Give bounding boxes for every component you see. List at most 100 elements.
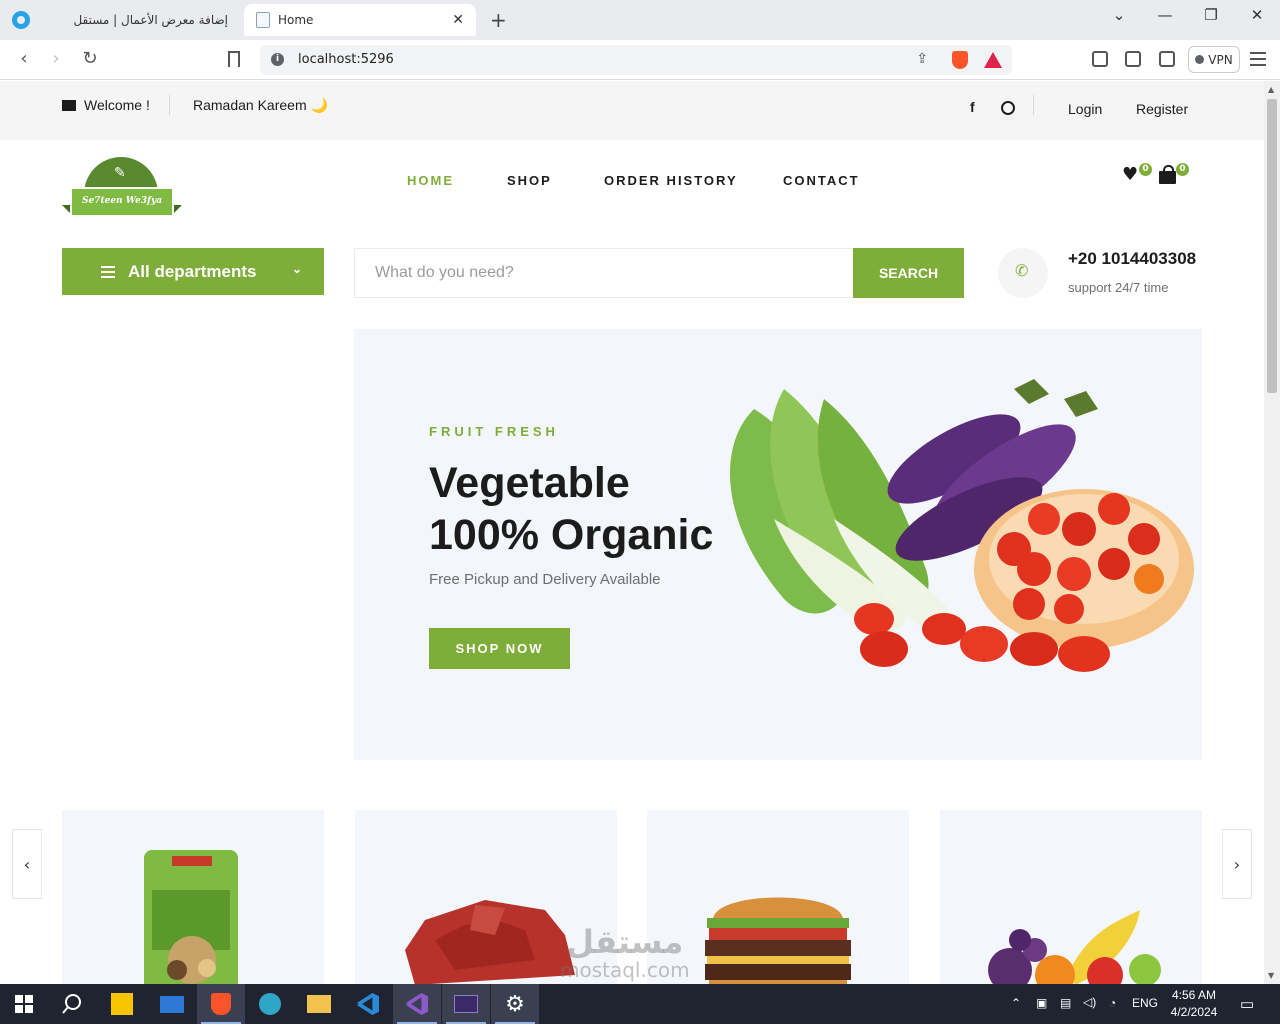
share-icon[interactable]: ⇪ xyxy=(916,51,928,67)
terminal-icon xyxy=(454,995,478,1013)
edge-app[interactable] xyxy=(246,984,294,1024)
reload-button[interactable]: ↻ xyxy=(78,48,102,69)
system-clock[interactable]: 4:56 AM 4/2/2024 xyxy=(1166,987,1222,1021)
meet-now-icon[interactable]: ▣ xyxy=(1036,996,1047,1024)
vscode-app[interactable] xyxy=(344,984,392,1024)
nav-order-history[interactable]: ORDER HISTORY xyxy=(604,173,738,188)
vpn-status-icon xyxy=(1195,55,1205,64)
search-taskbar-button[interactable] xyxy=(48,984,96,1024)
browser-toolbar: ‹ › ↻ i localhost:5296 ⇪ VPN xyxy=(0,40,1280,80)
notifications-icon[interactable]: ▭ xyxy=(1240,995,1254,1024)
mail-icon xyxy=(160,995,184,1013)
search-icon xyxy=(62,994,81,1014)
vpn-button[interactable]: VPN xyxy=(1188,46,1240,73)
all-departments-button[interactable]: All departments ⌄ xyxy=(62,248,324,295)
clock-time: 4:56 AM xyxy=(1171,988,1217,1002)
tab-list-chevron-icon[interactable]: ⌄ xyxy=(1104,6,1134,24)
tab-mostaql[interactable]: إضافة معرض الأعمال | مستقل xyxy=(44,4,240,36)
sticky-notes-app[interactable] xyxy=(98,984,146,1024)
settings-app[interactable]: ⚙ xyxy=(491,984,539,1024)
brave-shield-icon[interactable] xyxy=(952,51,968,69)
web-page: Welcome ! Ramadan Kareem 🌙 f Login Regis… xyxy=(0,81,1264,984)
terminal-app[interactable] xyxy=(442,984,490,1024)
visual-studio-app[interactable] xyxy=(393,984,441,1024)
facebook-icon[interactable]: f xyxy=(970,99,975,115)
bok-choy xyxy=(730,389,951,632)
site-logo[interactable]: ✎ Se7teen We3fya xyxy=(62,157,182,233)
scroll-up-icon[interactable]: ▲ xyxy=(1268,85,1274,94)
logo-text: Se7teen We3fya xyxy=(81,196,163,206)
nav-contact[interactable]: CONTACT xyxy=(783,173,860,188)
welcome-message: Welcome ! xyxy=(62,97,150,113)
divider xyxy=(169,95,170,115)
speaker-icon[interactable]: ◁) xyxy=(1083,995,1096,1024)
category-card[interactable] xyxy=(62,810,324,984)
minimize-button[interactable]: — xyxy=(1150,6,1180,24)
file-explorer-app[interactable] xyxy=(295,984,343,1024)
heart-icon[interactable]: ♥ xyxy=(1122,166,1140,184)
browser-tab-bar: إضافة معرض الأعمال | مستقل Home ✕ + ⌄ — … xyxy=(0,0,1280,40)
nav-home[interactable]: HOME xyxy=(407,173,454,188)
phone-icon: ✆ xyxy=(1015,261,1029,280)
whatsapp-icon[interactable] xyxy=(1001,101,1015,115)
phone-badge: ✆ xyxy=(998,248,1048,298)
mail-app[interactable] xyxy=(148,984,196,1024)
start-button[interactable] xyxy=(0,984,48,1024)
extensions-icon[interactable] xyxy=(1092,51,1108,67)
tab-home[interactable]: Home ✕ xyxy=(244,4,476,36)
watermark-latin: mostaql.com xyxy=(560,958,690,982)
restore-button[interactable]: ❐ xyxy=(1196,6,1226,24)
carousel-prev-button[interactable]: ‹ xyxy=(12,829,42,899)
search-input[interactable] xyxy=(355,249,853,297)
windows-taskbar: ⚙ ⌃ ▣ ▤ ◁) ◔ ENG 4:56 AM 4/2/2024 ▭ xyxy=(0,984,1280,1024)
wifi-icon[interactable]: ◔ xyxy=(1109,996,1116,1024)
register-link[interactable]: Register xyxy=(1136,101,1188,117)
logo-ribbon: Se7teen We3fya xyxy=(70,187,174,217)
forward-button[interactable]: › xyxy=(44,48,68,69)
close-window-button[interactable]: ✕ xyxy=(1242,6,1272,24)
chevron-down-icon: ⌄ xyxy=(291,262,302,276)
login-link[interactable]: Login xyxy=(1068,101,1102,117)
hero-banner: FRUIT FRESH Vegetable 100% Organic Free … xyxy=(354,329,1202,760)
sticky-notes-icon xyxy=(111,993,133,1015)
folder-icon xyxy=(307,995,331,1013)
sidebar-icon[interactable] xyxy=(1125,51,1141,67)
carousel-next-button[interactable]: › xyxy=(1222,829,1252,899)
wishlist-count-badge: 0 xyxy=(1139,163,1152,176)
hero-subtitle: Free Pickup and Delivery Available xyxy=(429,571,661,588)
new-tab-button[interactable]: + xyxy=(490,8,507,32)
scroll-down-icon[interactable]: ▼ xyxy=(1268,971,1274,980)
vpn-label: VPN xyxy=(1208,52,1233,67)
category-card[interactable] xyxy=(940,810,1202,984)
wallet-icon[interactable] xyxy=(1159,51,1175,67)
shop-now-button[interactable]: SHOP NOW xyxy=(429,628,570,669)
vegetables-image xyxy=(730,379,1194,672)
vscode-icon xyxy=(357,993,379,1015)
browser-menu-icon[interactable] xyxy=(1250,52,1266,70)
bookmark-icon[interactable] xyxy=(228,51,240,67)
hero-eyebrow: FRUIT FRESH xyxy=(429,424,559,439)
search-form: SEARCH xyxy=(354,248,964,298)
divider xyxy=(1033,95,1034,115)
address-bar[interactable]: i localhost:5296 ⇪ xyxy=(260,45,1012,75)
network-adapter-icon[interactable]: ▤ xyxy=(1060,996,1071,1024)
category-image xyxy=(144,850,238,984)
tab-title: إضافة معرض الأعمال | مستقل xyxy=(73,13,228,27)
nav-shop[interactable]: SHOP xyxy=(507,173,552,188)
tray-chevron-icon[interactable]: ⌃ xyxy=(1011,996,1021,1024)
tomato-bowl xyxy=(974,489,1194,649)
top-bar: Welcome ! Ramadan Kareem 🌙 f Login Regis… xyxy=(0,81,1264,140)
site-info-icon[interactable]: i xyxy=(271,53,284,66)
back-button[interactable]: ‹ xyxy=(12,48,36,69)
brave-app[interactable] xyxy=(197,984,245,1024)
page-scrollbar[interactable]: ▲ ▼ xyxy=(1264,81,1280,984)
clock-date: 4/2/2024 xyxy=(1170,1005,1218,1019)
url-text[interactable]: localhost:5296 xyxy=(298,52,394,67)
input-language[interactable]: ENG xyxy=(1132,996,1158,1024)
phone-number: +20 1014403308 xyxy=(1068,249,1197,268)
brave-rewards-icon[interactable] xyxy=(984,52,1002,68)
scrollbar-thumb[interactable] xyxy=(1267,99,1277,393)
search-button[interactable]: SEARCH xyxy=(853,248,964,298)
tab-close-icon[interactable]: ✕ xyxy=(452,12,464,28)
shopping-bag-icon[interactable] xyxy=(1159,165,1176,184)
